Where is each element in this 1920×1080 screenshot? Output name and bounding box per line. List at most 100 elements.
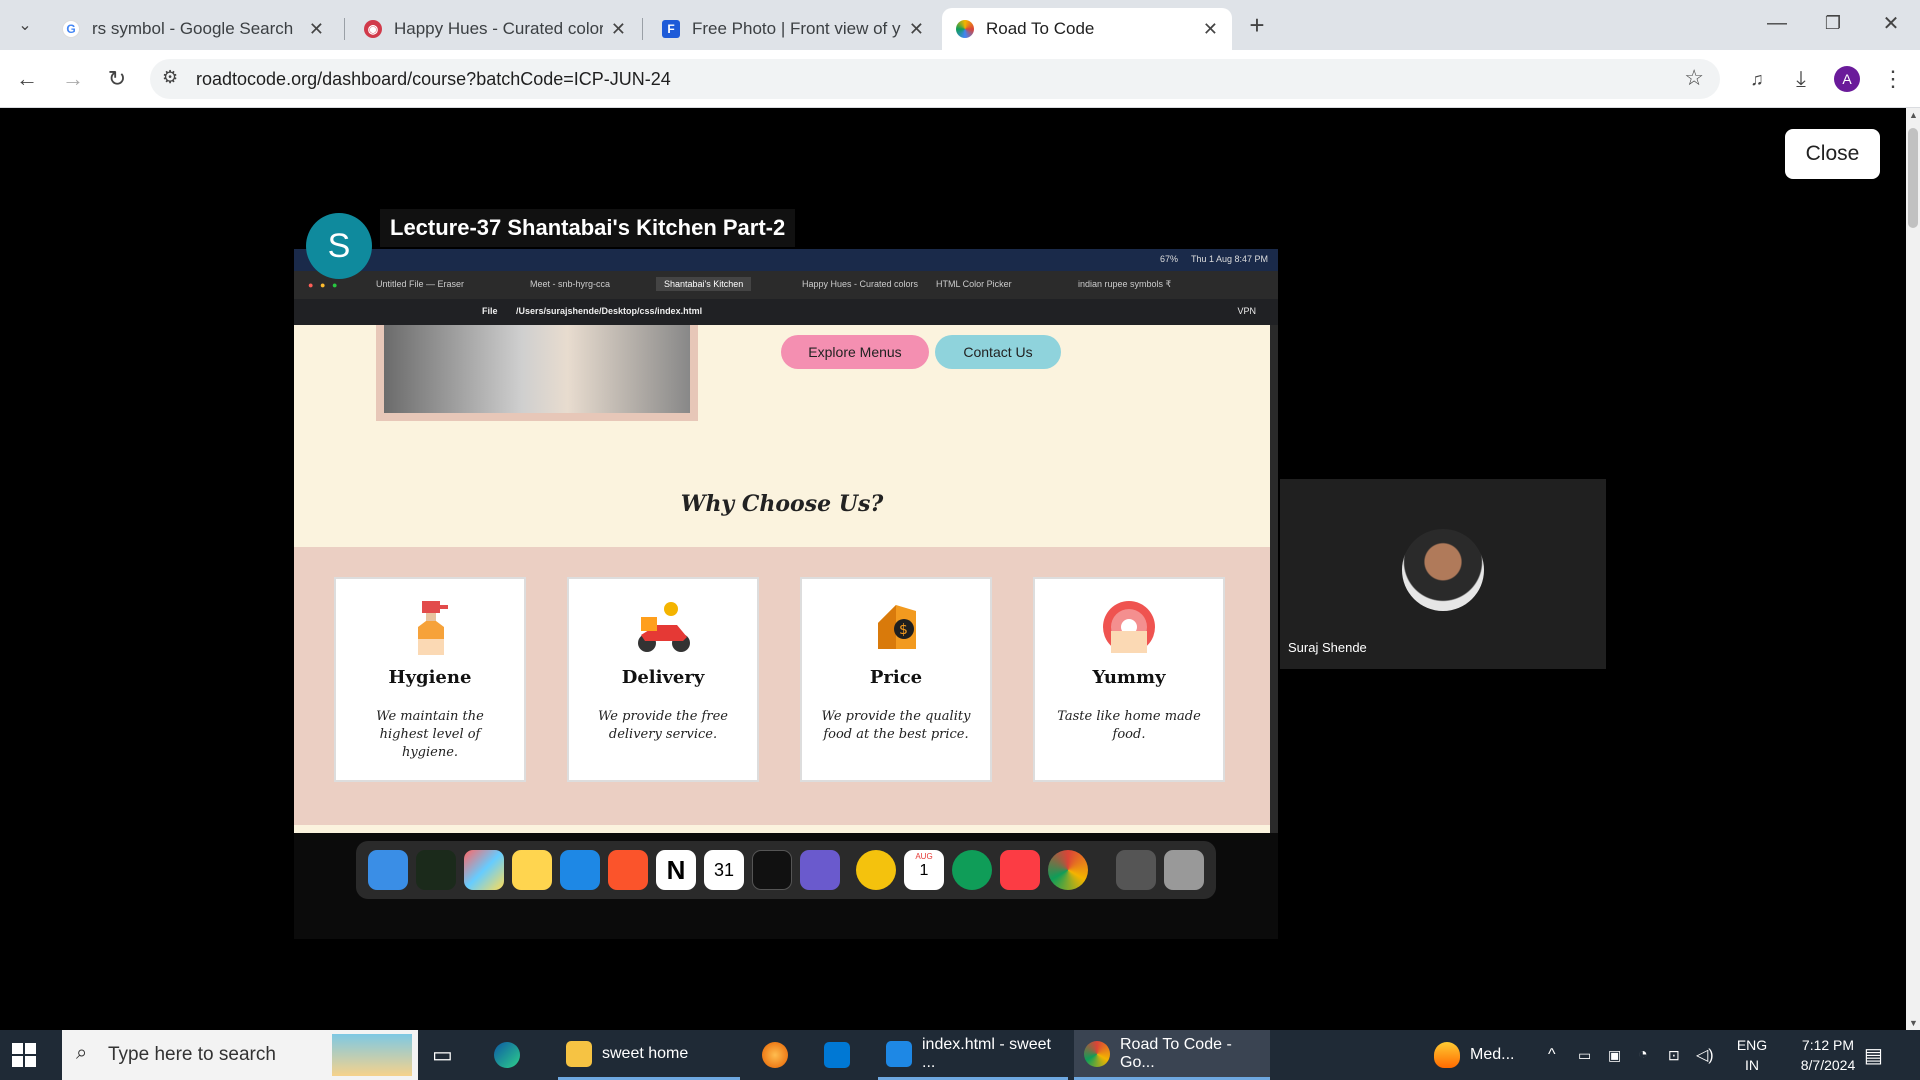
volume-icon[interactable]: ◁) [1696,1030,1720,1080]
feature-desc: We provide the free delivery service. [598,709,728,742]
mac-tab: Untitled File — Eraser [376,279,465,289]
page-scrollbar[interactable]: ▲ ▼ [1906,108,1920,1030]
menu-kebab-icon[interactable]: ⋮ [1876,62,1910,96]
scrollbar-thumb[interactable] [1908,128,1918,228]
task-view-icon[interactable]: ▭ [432,1030,468,1080]
mac-tab: indian rupee symbols ₹ [1078,279,1172,289]
profile-initial: A [1834,66,1860,92]
bumble-icon [856,850,896,890]
site-info-icon[interactable]: ⚙ [162,67,178,88]
explore-menus-button[interactable]: Explore Menus [781,335,929,369]
mac-dock: N 31 AUG 1 [356,841,1216,899]
launchpad-icon [464,850,504,890]
restore-icon[interactable]: ❐ [1816,6,1850,40]
windows-taskbar: ⌕ Type here to search ▭ sweet home index… [0,1030,1920,1080]
downloads-stack-icon [1116,850,1156,890]
language-code: ENG [1736,1037,1768,1053]
notes-icon [512,850,552,890]
media-control-icon[interactable]: ♫ [1740,62,1774,96]
price-tag-icon: $ [866,597,926,657]
browser-tab-bar: ⌄ G rs symbol - Google Search ✕ ◉ Happy … [0,0,1920,50]
calendar-app-icon: 31 [704,850,744,890]
profile-avatar[interactable]: A [1830,62,1864,96]
close-tab-icon[interactable]: ✕ [1203,19,1218,40]
battery-icon[interactable]: ▭ [1578,1030,1602,1080]
music-icon [1000,850,1040,890]
download-icon[interactable]: ⤓ [1784,62,1818,96]
google-icon: G [62,20,80,38]
activity-monitor-icon [416,850,456,890]
clock[interactable]: 7:12 PM 8/7/2024 [1780,1030,1876,1080]
back-icon[interactable]: ← [10,62,44,96]
feature-card-yummy: Yummy Taste like home made food. [1033,577,1225,782]
language-indicator[interactable]: ENG IN [1732,1030,1772,1080]
taskbar-search-box[interactable]: ⌕ Type here to search [62,1030,418,1080]
feature-desc: Taste like home made food. [1057,709,1201,742]
taskbar-app-vscode[interactable]: index.html - sweet ... [878,1030,1068,1080]
forward-icon[interactable]: → [56,62,90,96]
tab-title: Free Photo | Front view of yumm [692,19,901,38]
windows-start-icon[interactable] [12,1043,36,1067]
tab-search-dropdown-icon[interactable]: ⌄ [8,8,42,42]
preview-icon [800,850,840,890]
why-choose-us-title: Why Choose Us? [680,491,884,517]
mac-address: /Users/surajshende/Desktop/css/index.htm… [516,306,703,316]
happy-hues-icon: ◉ [364,20,382,38]
mac-address-bar: File /Users/surajshende/Desktop/css/inde… [294,299,1278,325]
participant-avatar [1402,529,1484,611]
close-tab-icon[interactable]: ✕ [909,19,924,40]
bookmark-star-icon[interactable]: ☆ [1684,65,1704,91]
chef-food-image [376,325,698,421]
donut-icon [1099,597,1159,657]
mail-icon[interactable] [824,1030,864,1080]
folder-icon [566,1040,592,1067]
chrome-icon [1048,850,1088,890]
video-modal-overlay: Close S Lecture-37 Shantabai's Kitchen P… [0,108,1906,1030]
participant-tile: Suraj Shende [1280,479,1606,669]
close-button[interactable]: Close [1785,129,1880,179]
website-preview: Explore Menus Contact Us Why Choose Us? … [294,325,1270,833]
window-close-icon[interactable]: ✕ [1874,6,1908,40]
taskbar-app-news[interactable]: Med... [1434,1030,1526,1080]
meet-now-icon[interactable]: ⊡ [1668,1030,1692,1080]
lecture-video[interactable]: S Lecture-37 Shantabai's Kitchen Part-2 … [294,201,1278,939]
feature-desc: We provide the quality food at the best … [821,709,971,742]
taskbar-app-file-explorer[interactable]: sweet home [558,1030,740,1080]
taskbar-app-label: Med... [1470,1046,1515,1063]
chrome-icon [1084,1040,1110,1067]
features-band: Hygiene We maintain the highest level of… [294,547,1270,825]
contact-us-button[interactable]: Contact Us [935,335,1061,369]
trash-icon [1164,850,1204,890]
mac-vpn: VPN [1237,306,1256,316]
taskbar-app-chrome[interactable]: Road To Code - Go... [1074,1030,1270,1080]
tab-happy-hues[interactable]: ◉ Happy Hues - Curated colors in ✕ [350,8,640,50]
mac-battery: 67% [1159,254,1178,264]
mac-tab-active: Shantabai's Kitchen [656,277,752,291]
feature-card-hygiene: Hygiene We maintain the highest level of… [334,577,526,782]
mac-menu-bar: 67% Thu 1 Aug 8:47 PM [294,249,1278,271]
vscode-icon [560,850,600,890]
firefox-icon[interactable] [762,1030,802,1080]
tray-chevron-icon[interactable]: ^ [1548,1030,1568,1080]
edge-icon[interactable] [494,1030,534,1080]
tab-road-to-code[interactable]: Road To Code ✕ [942,8,1232,50]
minimize-icon[interactable]: — [1760,6,1794,40]
new-tab-icon[interactable]: + [1240,8,1274,42]
notifications-icon[interactable]: ▤ [1864,1030,1900,1080]
feature-title: Price [869,667,923,688]
delivery-scooter-icon [633,597,693,657]
close-tab-icon[interactable]: ✕ [309,19,324,40]
tray-device-icon[interactable]: ▣ [1608,1030,1632,1080]
wifi-icon[interactable]: ◔ [1638,1030,1662,1080]
reload-icon[interactable]: ↻ [100,62,134,96]
vscode-icon [886,1040,912,1067]
region-code: IN [1745,1057,1759,1073]
calendar-icon: AUG 1 [904,850,944,890]
tab-free-photo[interactable]: F Free Photo | Front view of yumm ✕ [648,8,938,50]
close-tab-icon[interactable]: ✕ [611,19,626,40]
tab-google-search[interactable]: G rs symbol - Google Search ✕ [48,8,338,50]
url-text: roadtocode.org/dashboard/course?batchCod… [196,69,671,89]
mac-browser-tabs: ● ● ● Untitled File — Eraser Meet - snb-… [294,271,1278,299]
address-bar[interactable]: ⚙ roadtocode.org/dashboard/course?batchC… [150,59,1720,99]
search-highlight-image [332,1034,412,1076]
